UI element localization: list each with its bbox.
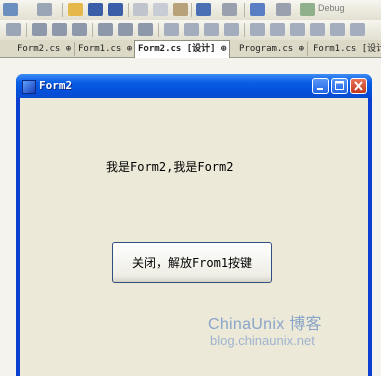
tab-form2-cs[interactable]: Form2.cs ⊕ <box>14 42 76 56</box>
document-tabs: Form2.cs ⊕ Form1.cs ⊕ Form2.cs [设计] ⊕ Pr… <box>0 40 381 58</box>
minimize-icon <box>317 88 323 90</box>
watermark-brand: ChinaUnix 博客 <box>208 316 322 333</box>
lock-icon: ⊕ <box>65 44 72 54</box>
make-same-size-icon[interactable] <box>204 23 219 36</box>
window-app-icon <box>22 80 36 94</box>
tab-form2-designer[interactable]: Form2.cs [设计] ⊕ <box>134 40 231 58</box>
open-file-icon[interactable] <box>68 3 83 16</box>
close-release-form1-button[interactable]: 关闭，解放From1按键 <box>112 242 272 283</box>
toolbar-separator <box>62 3 63 17</box>
tab-program-cs[interactable]: Program.cs ⊕ <box>236 42 309 56</box>
align-middles-icon[interactable] <box>118 23 133 36</box>
solution-configuration[interactable]: Debug <box>318 3 345 13</box>
toolbar-separator <box>244 23 245 37</box>
center-horizontally-icon[interactable] <box>350 23 365 36</box>
navigate-icon[interactable] <box>250 3 265 16</box>
maximize-button[interactable] <box>331 78 348 94</box>
make-same-width-icon[interactable] <box>164 23 179 36</box>
window-title: Form2 <box>39 79 73 92</box>
undo-icon[interactable] <box>196 3 211 16</box>
align-lefts-icon[interactable] <box>32 23 47 36</box>
toolbar-separator <box>128 3 129 17</box>
new-project-icon[interactable] <box>3 3 18 16</box>
align-to-grid-icon[interactable] <box>6 23 21 36</box>
window-title-bar[interactable]: Form2 <box>16 74 372 98</box>
tab-label: Form2.cs <box>17 44 61 54</box>
align-bottoms-icon[interactable] <box>138 23 153 36</box>
lock-icon: ⊕ <box>298 44 305 54</box>
maximize-icon <box>335 81 344 90</box>
horizontal-spacing-icon[interactable] <box>250 23 265 36</box>
align-tops-icon[interactable] <box>98 23 113 36</box>
minimize-button[interactable] <box>312 78 329 94</box>
start-debug-icon[interactable] <box>300 3 315 16</box>
paste-icon[interactable] <box>173 3 188 16</box>
align-rights-icon[interactable] <box>72 23 87 36</box>
toolbar-separator <box>244 3 245 17</box>
close-icon <box>354 81 363 91</box>
close-button[interactable] <box>350 78 367 94</box>
layout-toolbar <box>0 20 381 41</box>
make-same-height-icon[interactable] <box>184 23 199 36</box>
toolbar-separator <box>158 23 159 37</box>
toolbar-separator <box>26 23 27 37</box>
add-item-icon[interactable] <box>37 3 52 16</box>
tab-form1-designer[interactable]: Form1.cs [设计] <box>310 42 381 56</box>
tab-label: Program.cs <box>239 44 294 54</box>
tab-label: Form2.cs [设计] <box>138 44 216 54</box>
cut-icon[interactable] <box>133 3 148 16</box>
redo-icon[interactable] <box>222 3 237 16</box>
toolbar-separator <box>191 3 192 17</box>
standard-toolbar: Debug <box>0 0 381 21</box>
navigate-forward-icon[interactable] <box>276 3 291 16</box>
decrease-spacing-icon[interactable] <box>290 23 305 36</box>
lock-icon: ⊕ <box>221 44 227 54</box>
form-client-area <box>20 98 368 376</box>
watermark-url: blog.chinaunix.net <box>210 333 315 348</box>
form-label: 我是Form2,我是Form2 <box>106 160 234 174</box>
align-centers-icon[interactable] <box>52 23 67 36</box>
vertical-spacing-icon[interactable] <box>330 23 345 36</box>
copy-icon[interactable] <box>153 3 168 16</box>
tab-label: Form1.cs [设计] <box>313 44 381 54</box>
save-all-icon[interactable] <box>108 3 123 16</box>
save-icon[interactable] <box>88 3 103 16</box>
toolbar-separator <box>92 23 93 37</box>
tab-label: Form1.cs <box>78 44 122 54</box>
remove-spacing-icon[interactable] <box>310 23 325 36</box>
increase-spacing-icon[interactable] <box>270 23 285 36</box>
lock-icon: ⊕ <box>126 44 133 54</box>
size-to-grid-icon[interactable] <box>224 23 239 36</box>
tab-form1-cs[interactable]: Form1.cs ⊕ <box>75 42 137 56</box>
